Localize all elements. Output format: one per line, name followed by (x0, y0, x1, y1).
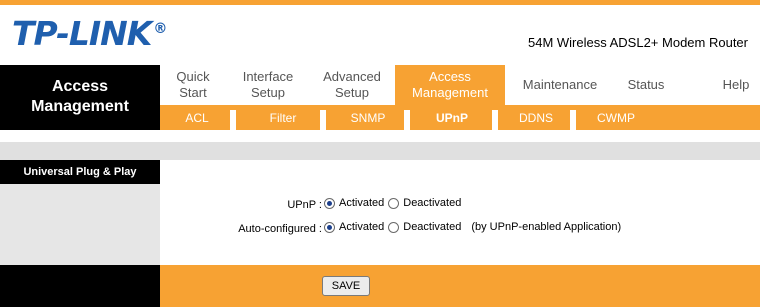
upnp-deactivated-label: Deactivated (403, 197, 462, 209)
submenu-separator (230, 110, 236, 130)
autoconf-label: Auto-configured : (238, 223, 322, 235)
logo-text: TP-LINK (12, 14, 152, 53)
menu-label-line1: Quick (176, 69, 210, 84)
panel-left-column (0, 184, 160, 265)
menu-maintenance[interactable]: Maintenance (508, 65, 612, 105)
menu-label-line1: Access (429, 69, 471, 84)
upnp-options: Activated Deactivated (324, 197, 465, 209)
submenu-separator (570, 110, 576, 130)
model-name: 54M Wireless ADSL2+ Modem Router (527, 35, 748, 50)
menu-label-line1: Interface (242, 69, 294, 84)
submenu-cwmp[interactable]: CWMP (588, 106, 644, 130)
footer-bar (160, 265, 760, 307)
menu-advanced-setup[interactable]: Advanced Setup (310, 65, 394, 105)
section-title-line2: Management (31, 98, 129, 115)
submenu-separator (404, 110, 410, 130)
panel-title: Universal Plug & Play (0, 160, 160, 184)
submenu-acl[interactable]: ACL (172, 106, 222, 130)
upnp-activated-radio[interactable] (324, 197, 335, 209)
autoconf-options: Activated Deactivated (by UPnP-enabled A… (324, 221, 621, 233)
submenu-separator (320, 110, 326, 130)
section-title: Access Management (0, 65, 160, 130)
menu-interface-setup[interactable]: Interface Setup (226, 65, 310, 105)
autoconf-activated-radio[interactable] (324, 221, 335, 233)
menu-label-line2: Start (179, 85, 207, 100)
menu-label-line2: Management (412, 85, 488, 100)
autoconf-note: (by UPnP-enabled Application) (471, 221, 622, 233)
menu-label-line1: Status (627, 77, 665, 92)
menu-label-line2: Setup (335, 85, 369, 100)
menu-help[interactable]: Help (712, 65, 760, 105)
tp-link-logo: TP-LINK ® (12, 14, 167, 53)
footer-left (0, 265, 160, 307)
menu-label-line1: Help (722, 77, 750, 92)
upnp-label: UPnP : (287, 199, 322, 211)
menu-quick-start[interactable]: Quick Start (160, 65, 226, 105)
upnp-activated-label: Activated (339, 197, 385, 209)
autoconf-deactivated-radio[interactable] (388, 221, 400, 233)
menu-status[interactable]: Status (612, 65, 680, 105)
menu-label-line2: Setup (251, 85, 285, 100)
top-accent-line (0, 0, 760, 5)
menu-label-line1: Maintenance (522, 77, 598, 92)
section-title-line1: Access (51, 78, 109, 95)
submenu-ddns[interactable]: DDNS (508, 106, 564, 130)
autoconf-activated-label: Activated (339, 221, 385, 233)
menu-access-management[interactable]: Access Management (395, 65, 505, 105)
upnp-row: UPnP : Activated Deactivated (160, 196, 760, 216)
registered-mark: ® (153, 21, 167, 37)
autoconf-deactivated-label: Deactivated (403, 221, 462, 233)
submenu-separator (492, 110, 498, 130)
submenu-snmp[interactable]: SNMP (340, 106, 396, 130)
submenu-filter[interactable]: Filter (255, 106, 311, 130)
divider-strip (0, 142, 760, 160)
upnp-deactivated-radio[interactable] (388, 197, 400, 209)
autoconf-row: Auto-configured : Activated Deactivated … (160, 220, 760, 240)
menu-label-line1: Advanced (323, 69, 381, 84)
save-button[interactable]: SAVE (322, 276, 370, 296)
submenu-upnp[interactable]: UPnP (424, 106, 480, 130)
